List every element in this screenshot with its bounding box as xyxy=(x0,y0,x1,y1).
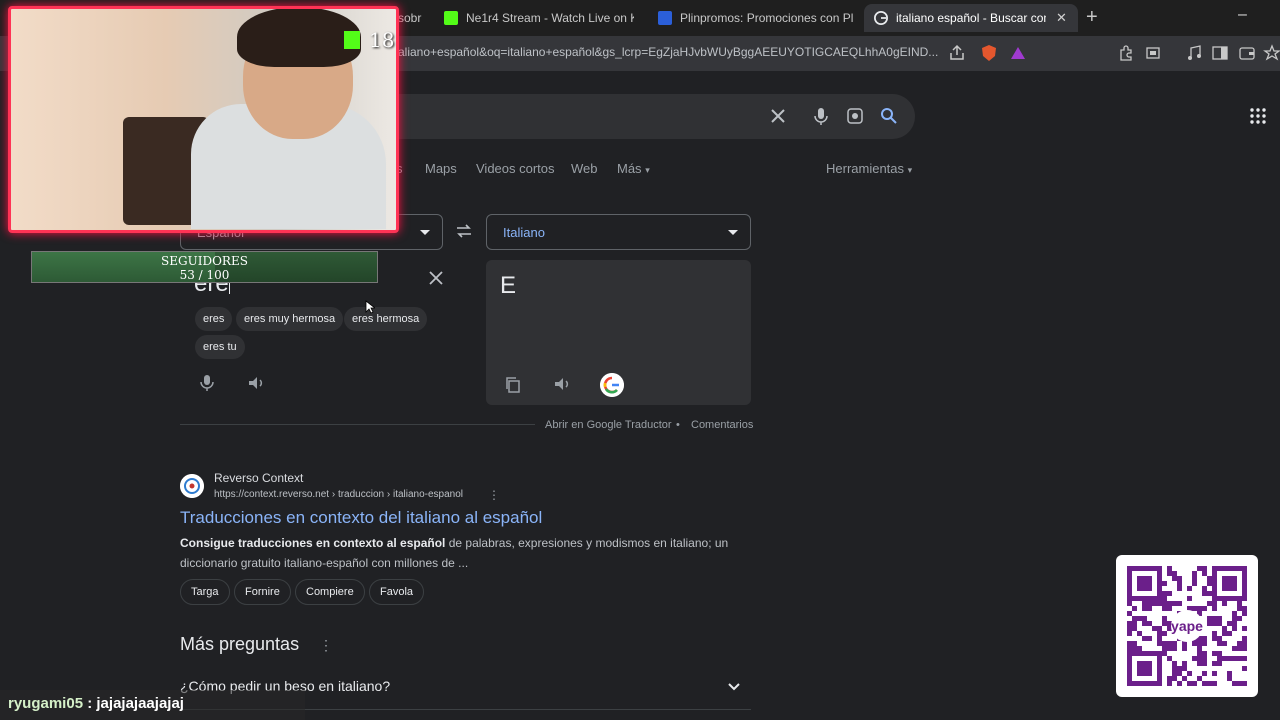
extensions-icon[interactable] xyxy=(1117,44,1135,62)
address-bar[interactable]: aliano+español&oq=italiano+español&gs_lc… xyxy=(398,45,938,59)
copy-icon[interactable] xyxy=(504,376,522,394)
media-icon[interactable] xyxy=(1185,44,1203,62)
suggestion-chip[interactable]: eres hermosa xyxy=(344,307,428,331)
chat-message: ryugami05 : jajajajaajajaj xyxy=(0,690,305,720)
chevron-down-icon xyxy=(728,230,738,235)
microphone-icon[interactable] xyxy=(198,374,216,392)
tab-google-search[interactable]: italiano español - Buscar con Go ✕ xyxy=(864,4,1078,32)
chevron-down-icon xyxy=(420,230,430,235)
suggestion-chip[interactable]: eres muy hermosa xyxy=(236,307,344,331)
bookmark-star-icon[interactable] xyxy=(1263,44,1280,62)
chevron-down-icon: ▾ xyxy=(907,165,913,175)
tab-sobr[interactable]: sobr xyxy=(398,4,434,32)
screenshot-icon[interactable] xyxy=(1144,44,1162,62)
close-tab-icon[interactable]: ✕ xyxy=(1056,10,1067,26)
result-chip[interactable]: Compiere xyxy=(295,579,365,605)
speaker-icon[interactable] xyxy=(553,375,571,393)
kick-favicon-icon xyxy=(444,11,458,25)
chevron-down-icon[interactable] xyxy=(727,679,741,693)
people-also-ask-title: Más preguntas xyxy=(180,634,300,654)
yape-qr-code: yape xyxy=(1116,555,1258,697)
result-chip[interactable]: Favola xyxy=(369,579,425,605)
chevron-down-icon: ▾ xyxy=(645,165,650,175)
qr-code-icon: yape xyxy=(1127,566,1247,686)
tab-plinpromos[interactable]: Plinpromos: Promociones con Plin | I xyxy=(658,4,854,32)
streamer-hair xyxy=(237,9,361,67)
new-tab-icon[interactable]: + xyxy=(1086,6,1098,29)
webcam-overlay: 18 xyxy=(8,6,399,233)
lens-search-icon[interactable] xyxy=(845,106,865,126)
plin-favicon-icon xyxy=(658,11,672,25)
followers-count: 53 / 100 xyxy=(179,268,230,282)
result-url: https://context.reverso.net › traduccion… xyxy=(214,489,464,500)
result-snippet: Consigue traducciones en contexto al esp… xyxy=(180,536,729,570)
divider xyxy=(180,424,535,425)
kick-logo-icon xyxy=(344,31,360,49)
clear-search-icon[interactable] xyxy=(768,106,788,126)
google-favicon-icon xyxy=(874,11,888,25)
more-options-icon[interactable]: ⋮ xyxy=(488,488,500,502)
swap-languages-icon[interactable] xyxy=(455,222,473,240)
kick-counter: 18 xyxy=(369,28,395,52)
tab-videos-cortos[interactable]: Videos cortos xyxy=(476,161,555,176)
link-separator: • xyxy=(676,419,680,431)
mouse-cursor-icon xyxy=(365,300,375,314)
target-language-select[interactable]: Italiano xyxy=(486,214,751,250)
share-icon[interactable] xyxy=(948,44,966,62)
followers-goal-bar: SEGUIDORES 53 / 100 xyxy=(31,251,378,283)
tools-button[interactable]: Herramientas ▾ xyxy=(826,161,912,176)
tab-kick-stream[interactable]: Ne1r4 Stream - Watch Live on Kick xyxy=(444,4,634,32)
google-g-icon[interactable] xyxy=(600,373,624,397)
tab-maps[interactable]: Maps xyxy=(425,161,457,176)
speaker-icon[interactable] xyxy=(247,374,265,392)
clear-input-icon[interactable] xyxy=(428,270,444,286)
yape-logo-text: yape xyxy=(1171,618,1203,634)
feedback-link[interactable]: Comentarios xyxy=(691,419,753,431)
search-icon[interactable] xyxy=(879,106,899,126)
suggestion-chip[interactable]: eres tu xyxy=(195,335,245,359)
reverso-favicon-icon xyxy=(180,474,204,498)
suggestion-chip[interactable]: eres xyxy=(195,307,233,331)
brave-rewards-icon[interactable] xyxy=(1009,44,1027,62)
result-chip[interactable]: Targa xyxy=(180,579,230,605)
minimize-icon[interactable]: – xyxy=(1238,6,1247,24)
followers-label: SEGUIDORES xyxy=(161,254,248,268)
sidebar-icon[interactable] xyxy=(1211,44,1229,62)
google-apps-icon[interactable] xyxy=(1250,108,1266,124)
brave-shield-icon[interactable] xyxy=(980,44,998,62)
more-options-icon[interactable]: ⋮ xyxy=(319,637,333,654)
open-google-translate-link[interactable]: Abrir en Google Traductor xyxy=(545,419,672,431)
result-title-link[interactable]: Traducciones en contexto del italiano al… xyxy=(180,508,542,528)
screen: sobr Ne1r4 Stream - Watch Live on Kick P… xyxy=(0,0,1280,720)
tab-mas[interactable]: Más ▾ xyxy=(617,161,650,176)
result-site-name: Reverso Context xyxy=(214,471,304,485)
tab-web[interactable]: Web xyxy=(571,161,598,176)
result-chip[interactable]: Fornire xyxy=(234,579,291,605)
wallet-icon[interactable] xyxy=(1238,44,1256,62)
voice-search-icon[interactable] xyxy=(811,106,831,126)
